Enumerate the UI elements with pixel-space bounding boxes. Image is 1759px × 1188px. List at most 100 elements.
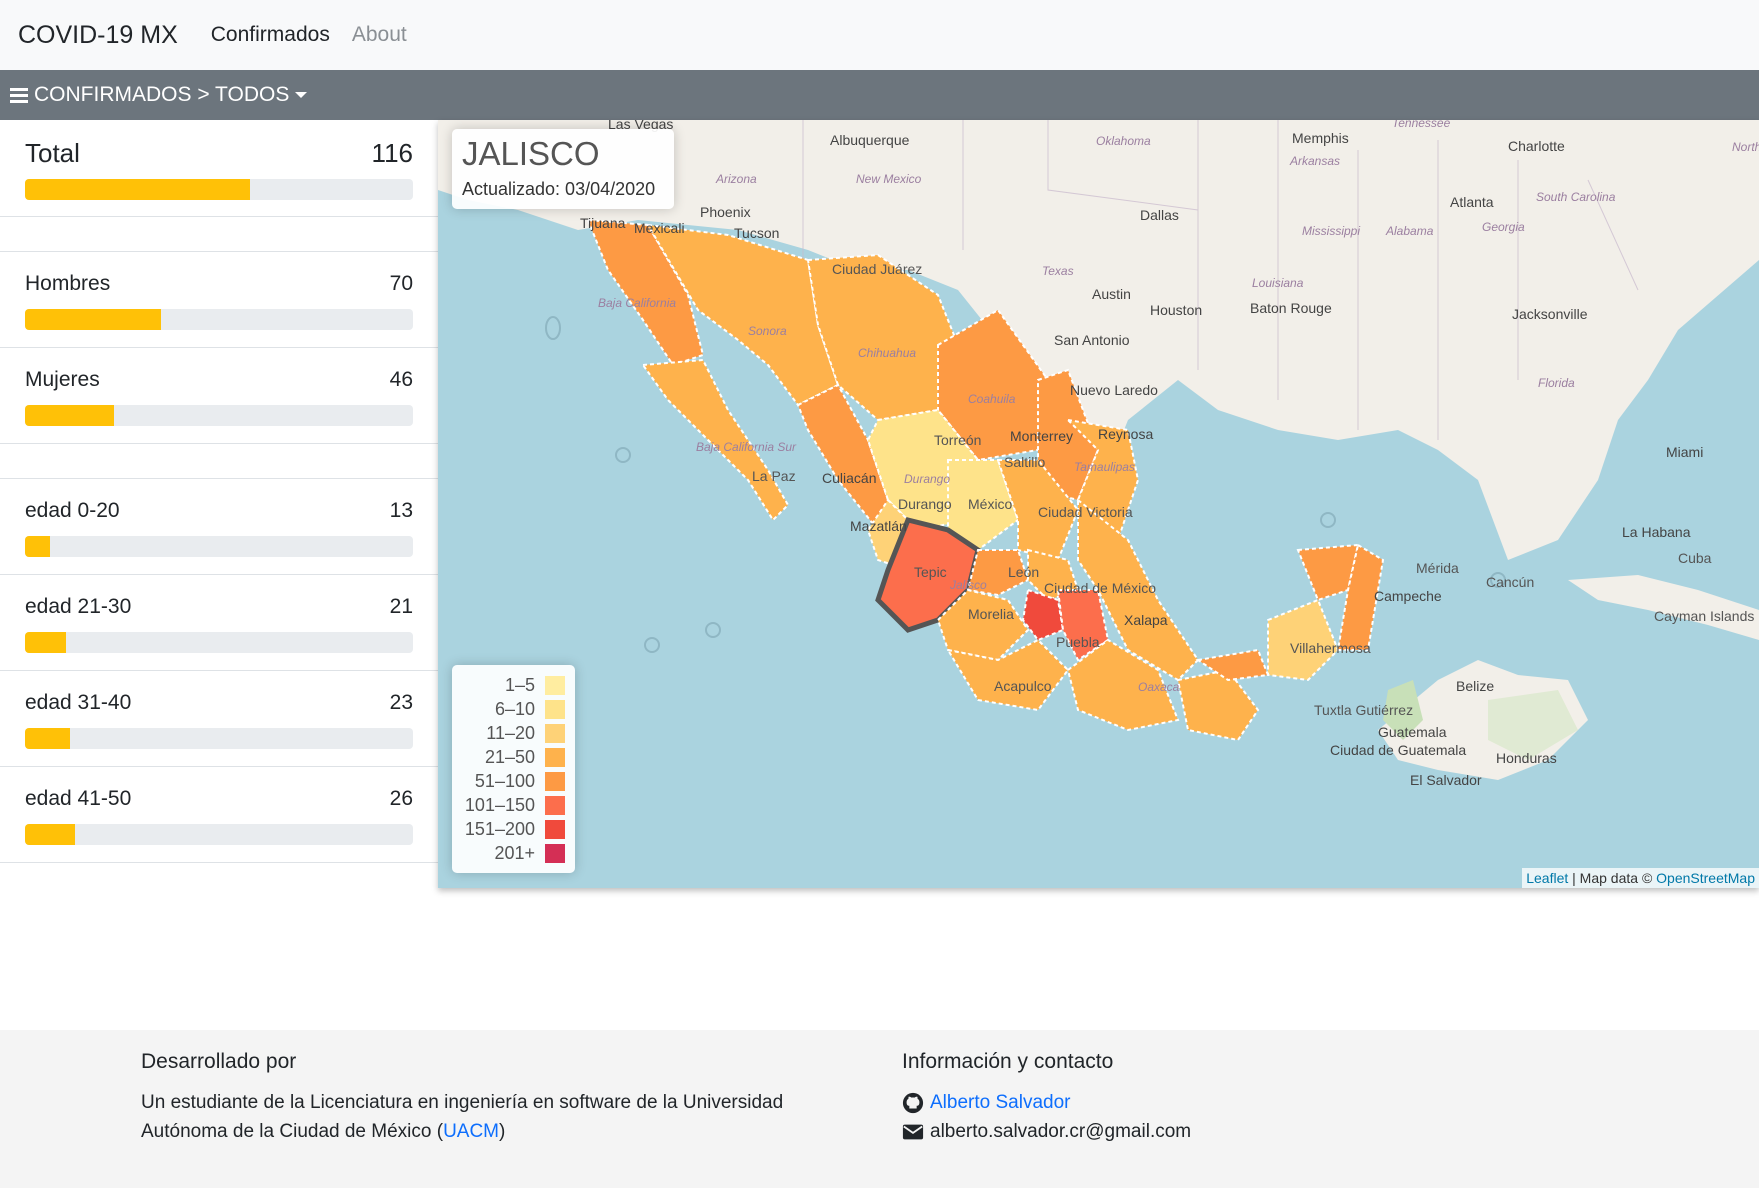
legend-item: 101–150: [460, 793, 565, 817]
place-label: Texas: [1042, 264, 1074, 278]
legend-swatch: [545, 723, 565, 743]
stat-edad-31-40: edad 31-40 23: [0, 671, 438, 767]
legend-swatch: [545, 675, 565, 695]
place-label: Jacksonville: [1512, 306, 1588, 322]
place-label: Chihuahua: [858, 346, 917, 360]
legend-label: 21–50: [484, 746, 535, 767]
leaflet-link[interactable]: Leaflet: [1526, 870, 1568, 886]
legend-item: 51–100: [460, 769, 565, 793]
stat-value: 26: [389, 787, 413, 810]
place-label: Louisiana: [1252, 276, 1304, 290]
footer-about: Desarrollado por Un estudiante de la Lic…: [141, 1050, 821, 1146]
stat-label: edad 0-20: [25, 499, 120, 522]
place-label: Ciudad Victoria: [1038, 504, 1133, 520]
legend-swatch: [545, 843, 565, 863]
footer-description: Un estudiante de la Licenciatura en inge…: [141, 1088, 821, 1146]
place-label: Guatemala: [1378, 724, 1447, 740]
place-label: Tepic: [914, 564, 947, 580]
place-label: Albuquerque: [830, 132, 910, 148]
stat-value: 116: [371, 138, 413, 168]
stat-label: Total: [25, 138, 80, 168]
legend-item: 1–5: [460, 673, 565, 697]
progress-bar: [25, 309, 413, 330]
place-label: Durango: [898, 496, 952, 512]
github-link[interactable]: Alberto Salvador: [930, 1092, 1070, 1114]
filter-dropdown[interactable]: CONFIRMADOS > TODOS: [34, 83, 308, 107]
place-label: Puebla: [1056, 634, 1100, 650]
progress-fill: [25, 405, 115, 426]
place-label: Mazatlán: [850, 518, 907, 534]
map-legend: 1–5 6–10 11–20 21–50 51–100 101–150 151–…: [452, 665, 575, 873]
legend-swatch: [545, 771, 565, 791]
place-label: Cancún: [1486, 574, 1535, 590]
place-label: Dallas: [1140, 207, 1179, 223]
state-info-box: JALISCO Actualizado: 03/04/2020: [452, 129, 674, 209]
progress-bar: [25, 728, 413, 749]
place-label: Mexicali: [634, 220, 685, 236]
legend-label: 11–20: [486, 722, 535, 743]
updated-date: Actualizado: 03/04/2020: [462, 179, 656, 199]
place-label: Morelia: [968, 606, 1014, 622]
progress-bar: [25, 536, 413, 557]
place-label: Phoenix: [700, 204, 751, 220]
legend-item: 201+: [460, 841, 565, 865]
menu-icon[interactable]: [10, 85, 28, 106]
stat-label: Mujeres: [25, 368, 100, 391]
place-label: Georgia: [1482, 220, 1525, 234]
place-label: Tennessee: [1392, 120, 1451, 130]
place-label: Baton Rouge: [1250, 300, 1332, 316]
place-label: Cayman Islands: [1654, 608, 1755, 624]
footer-title: Información y contacto: [902, 1050, 1114, 1073]
place-label: Memphis: [1292, 130, 1349, 146]
footer-contact: Información y contacto Alberto Salvador …: [902, 1050, 1402, 1146]
place-label: Tucson: [734, 225, 780, 241]
stat-mujeres: Mujeres 46: [0, 348, 438, 444]
progress-fill: [25, 309, 161, 330]
nav-confirmados[interactable]: Confirmados: [211, 23, 330, 47]
legend-label: 1–5: [504, 674, 535, 695]
legend-item: 11–20: [460, 721, 565, 745]
progress-bar: [25, 179, 413, 200]
place-label: New Mexico: [856, 172, 922, 186]
progress-fill: [25, 632, 66, 653]
place-label: Torreón: [934, 432, 982, 448]
github-icon: [902, 1092, 924, 1113]
stats-sidebar[interactable]: Total 116 Hombres 70 Mujeres 46 edad 0-2…: [0, 120, 438, 888]
footer: Desarrollado por Un estudiante de la Lic…: [0, 1030, 1759, 1188]
progress-fill: [25, 824, 76, 845]
brand[interactable]: COVID-19 MX: [18, 21, 178, 50]
top-navbar: COVID-19 MX Confirmados About: [0, 0, 1759, 70]
uacm-link[interactable]: UACM: [443, 1121, 499, 1142]
place-label: Alabama: [1386, 224, 1434, 238]
stat-label: edad 21-30: [25, 595, 132, 618]
place-label: Mérida: [1416, 560, 1459, 576]
progress-fill: [25, 728, 70, 749]
legend-label: 51–100: [474, 770, 535, 791]
place-label: Ciudad de México: [1044, 580, 1157, 596]
divider: [0, 444, 438, 479]
legend-label: 6–10: [494, 698, 535, 719]
attribution-text: | Map data ©: [1568, 870, 1657, 886]
place-label: Baja California: [598, 296, 677, 310]
place-label: Honduras: [1496, 750, 1557, 766]
email-text[interactable]: alberto.salvador.cr@gmail.com: [930, 1121, 1191, 1143]
state-mexico: [1021, 588, 1065, 642]
stat-value: 13: [389, 499, 413, 522]
footer-text: ): [499, 1121, 506, 1142]
place-label: Saltillo: [1004, 454, 1046, 470]
choropleth-map[interactable]: Las Vegas Albuquerque Oklahoma Memphis T…: [438, 120, 1759, 888]
place-label: Campeche: [1374, 588, 1442, 604]
place-label: Monterrey: [1010, 428, 1074, 444]
legend-item: 21–50: [460, 745, 565, 769]
place-label: Tuxtla Gutiérrez: [1314, 702, 1414, 718]
legend-swatch: [545, 819, 565, 839]
legend-item: 151–200: [460, 817, 565, 841]
place-label: Baja California Sur: [696, 440, 797, 454]
stat-label: edad 41-50: [25, 787, 132, 810]
place-label: Durango: [904, 472, 951, 486]
osm-link[interactable]: OpenStreetMap: [1656, 870, 1755, 886]
place-label: Houston: [1150, 302, 1203, 318]
place-label: Oklahoma: [1096, 134, 1151, 148]
nav-about[interactable]: About: [352, 23, 407, 47]
divider: [0, 217, 438, 252]
